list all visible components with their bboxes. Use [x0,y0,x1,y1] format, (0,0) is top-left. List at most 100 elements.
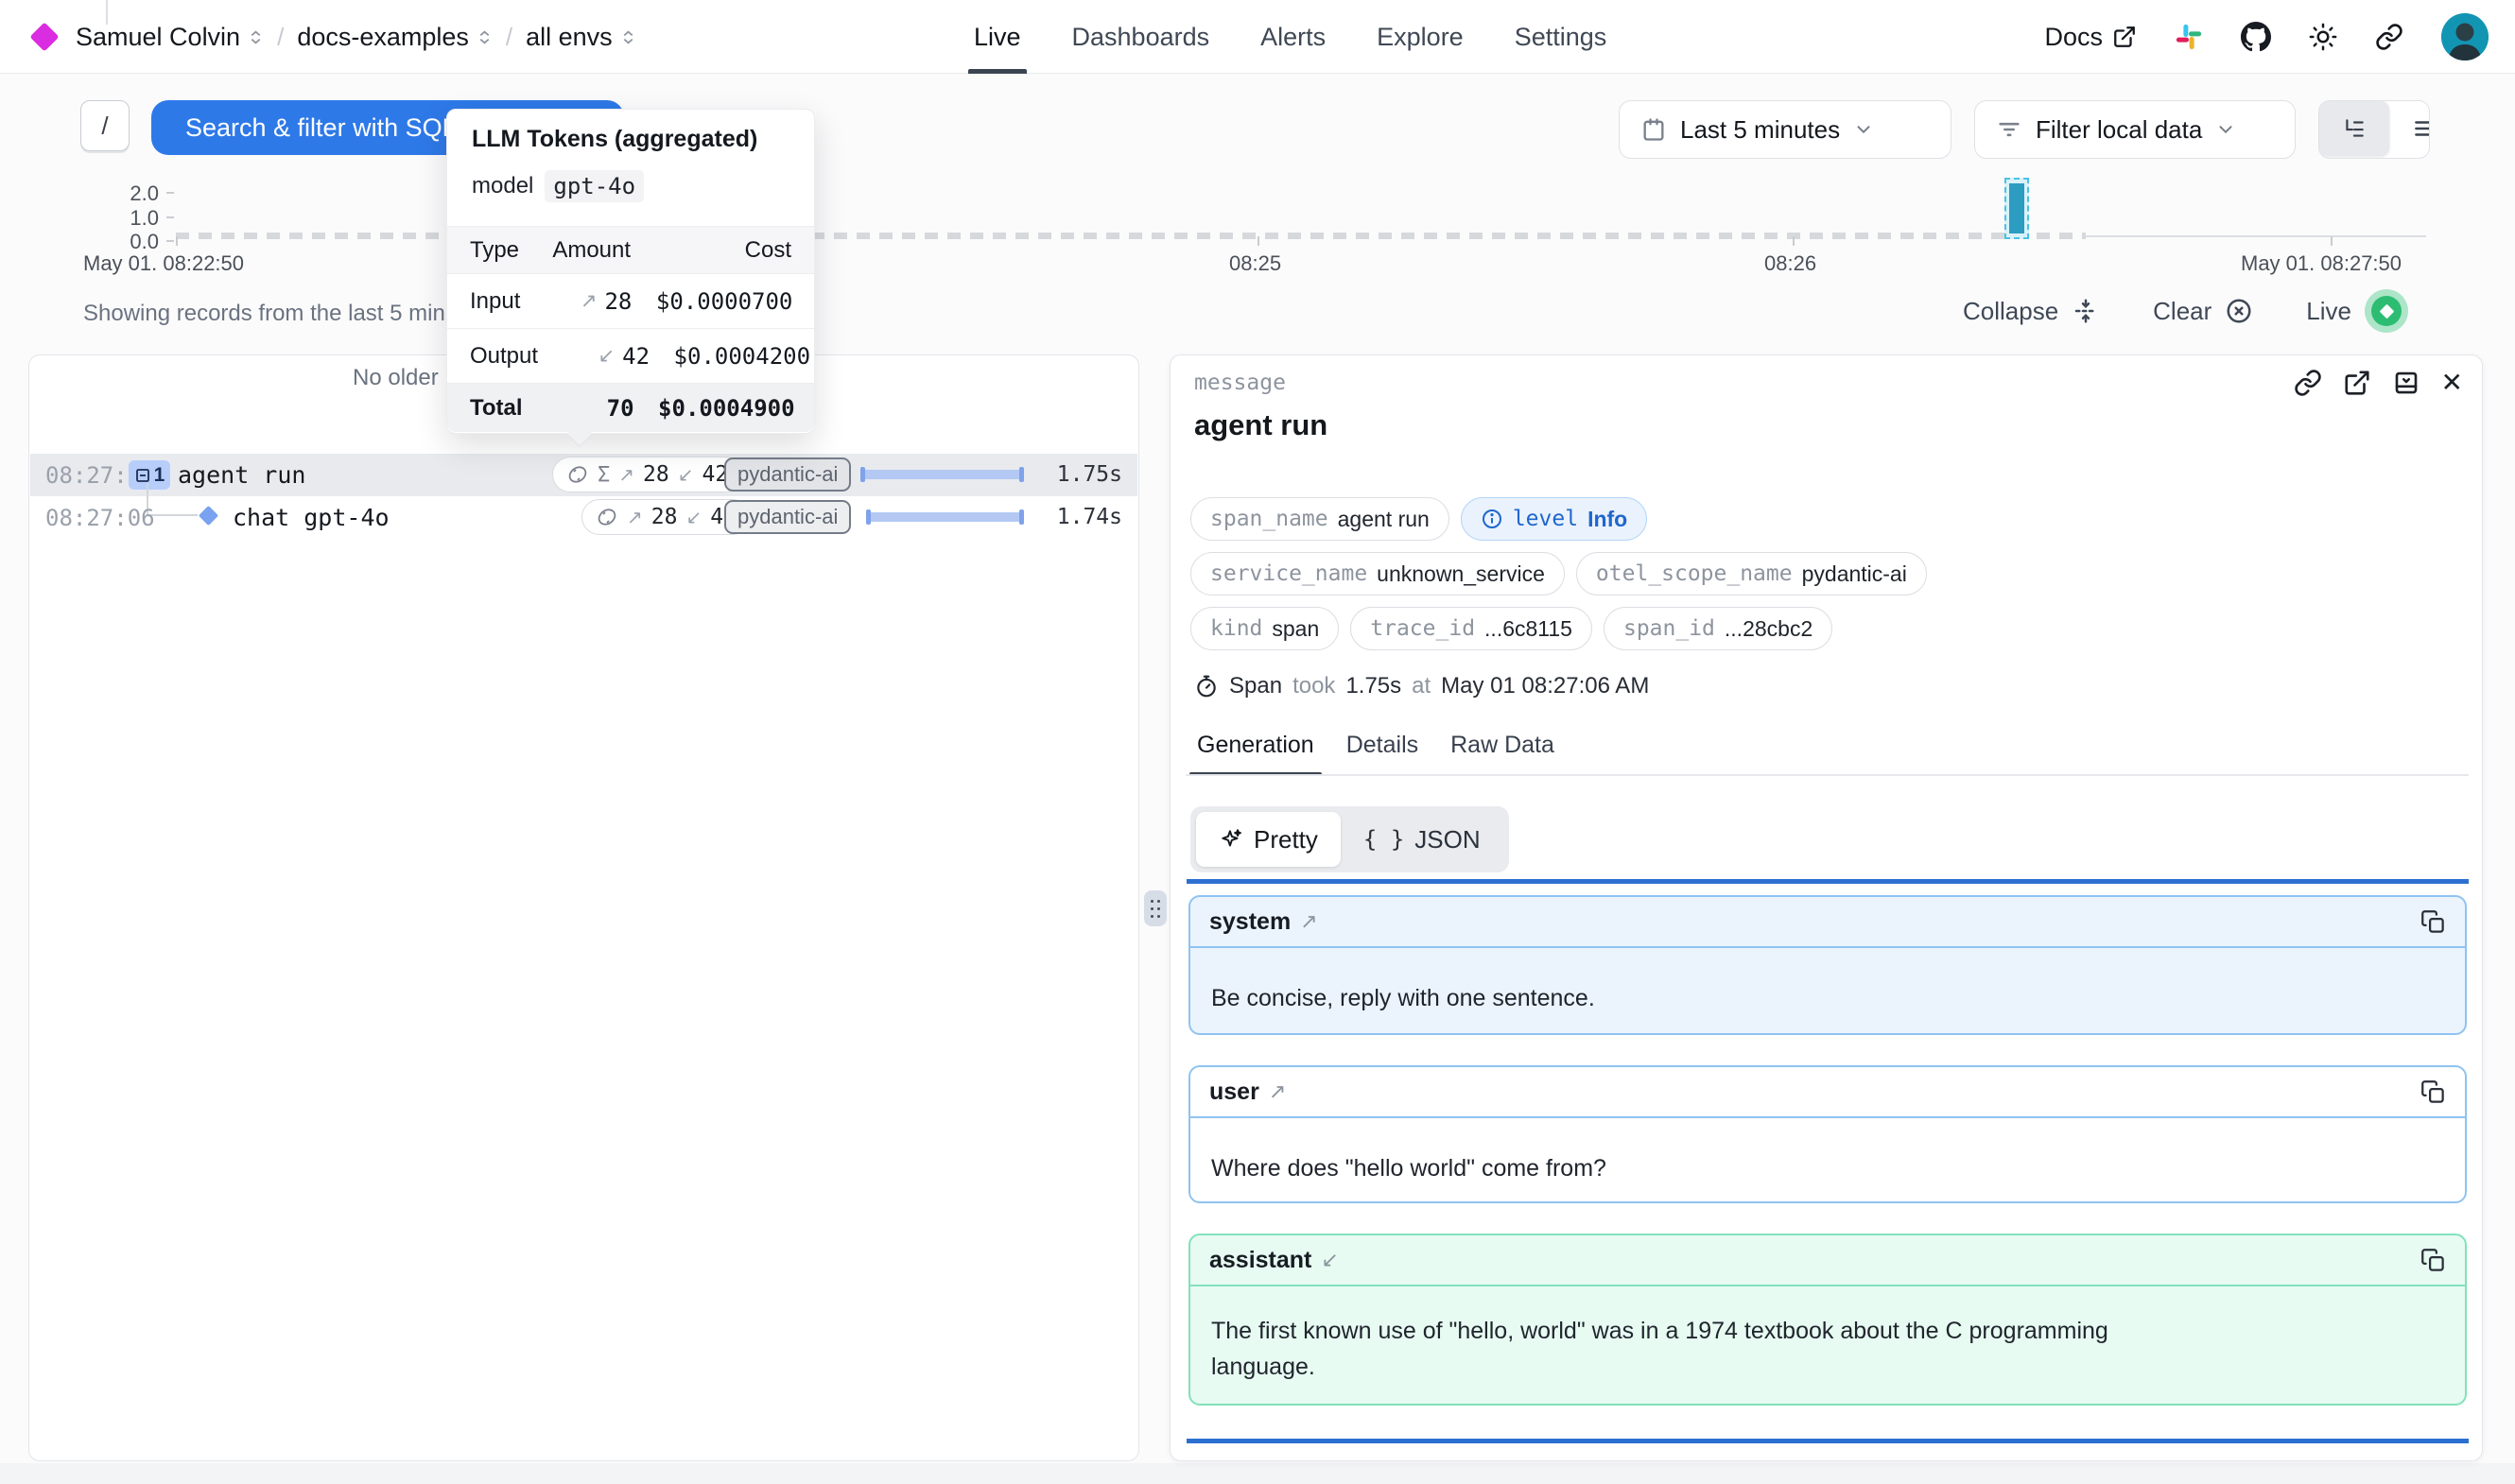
clear-button[interactable]: Clear [2153,297,2253,326]
row-amount: 42 [622,343,650,370]
tokens-table-header: Type Amount Cost [447,226,814,273]
token-usage-pill[interactable]: Σ ↗ 28 ↙ 42 [552,457,742,492]
time-range-value: Last 5 minutes [1680,115,1840,145]
github-icon[interactable] [2241,22,2271,52]
tab-generation[interactable]: Generation [1197,732,1314,776]
output-tokens-icon: ↙ [685,506,702,529]
tokens-row-output: Output ↙42 $0.0004200 [447,328,814,383]
collapse-children-badge[interactable]: 1 [129,460,170,490]
logfire-logo-icon [29,22,59,51]
pretty-mode-button[interactable]: Pretty [1196,812,1341,867]
copy-link-icon[interactable] [2294,369,2322,397]
chevron-updown-icon [248,29,264,45]
collapse-all-button[interactable]: Collapse [1963,297,2100,326]
dock-panel-icon[interactable] [2392,369,2420,397]
attr-kind[interactable]: kind span [1190,607,1339,650]
tab-alerts[interactable]: Alerts [1260,0,1326,74]
json-mode-button[interactable]: { } JSON [1341,812,1503,867]
tree-view-button[interactable] [2319,101,2389,156]
breadcrumb-separator: / [277,23,284,52]
panel-resize-handle[interactable] [1144,890,1167,926]
attr-trace-id[interactable]: trace_id ...6c8115 [1350,607,1592,650]
tree-view-icon [2342,116,2367,141]
tooltip-title: LLM Tokens (aggregated) [472,126,757,153]
output-tokens-icon: ↙ [678,463,694,487]
attribute-row: span_name agent run level Info [1190,497,1647,541]
attribute-row: kind span trace_id ...6c8115 span_id ...… [1190,607,1832,650]
attr-level[interactable]: level Info [1461,497,1647,541]
timeline-spike-bar[interactable] [2009,183,2024,233]
tab-live[interactable]: Live [974,0,1021,74]
model-value: gpt-4o [545,170,644,202]
stopwatch-icon [1194,674,1219,699]
row-cost: $0.0000700 [632,288,792,315]
filter-local-data-dropdown[interactable]: Filter local data [1974,100,2296,159]
token-coin-icon [566,463,589,486]
attr-span-name[interactable]: span_name agent run [1190,497,1449,541]
y-tick-mark [166,192,174,194]
copy-icon[interactable] [2420,909,2446,935]
scope-tag[interactable]: pydantic-ai [724,500,851,534]
tab-raw-data[interactable]: Raw Data [1450,732,1554,776]
pretty-label: Pretty [1254,825,1318,854]
filter-lines-icon [1996,116,2022,143]
span-name: agent run [178,461,305,489]
grip-dots-icon [1151,900,1153,903]
attr-otel-scope-name[interactable]: otel_scope_name pydantic-ai [1576,552,1927,595]
input-direction-icon: ↗ [1300,909,1317,934]
tooltip-model-row: model gpt-4o [472,170,644,202]
open-in-new-icon[interactable] [2343,369,2371,397]
tab-settings[interactable]: Settings [1515,0,1607,74]
share-link-icon[interactable] [2375,23,2403,51]
input-tokens: 28 [651,505,678,529]
breadcrumb-project[interactable]: docs-examples [297,23,493,52]
attr-service-name[interactable]: service_name unknown_service [1190,552,1565,595]
breadcrumb-org[interactable]: Samuel Colvin [76,23,264,52]
main-nav: Live Dashboards Alerts Explore Settings [974,0,1606,74]
attr-span-id[interactable]: span_id ...28cbc2 [1604,607,1832,650]
copy-icon[interactable] [2420,1248,2446,1273]
top-bar: Samuel Colvin / docs-examples / all envs… [0,0,2515,74]
tab-explore[interactable]: Explore [1377,0,1464,74]
json-label: JSON [1414,825,1480,854]
attr-key: otel_scope_name [1596,561,1793,586]
tab-details[interactable]: Details [1346,732,1418,776]
took-word: took [1292,673,1335,699]
page-bottom-strip [0,1463,2515,1484]
collapse-label: Collapse [1963,297,2058,326]
attr-value: pydantic-ai [1802,561,1907,587]
breadcrumb-env[interactable]: all envs [526,23,636,52]
live-toggle[interactable]: Live [2306,289,2408,333]
slack-icon[interactable] [2175,23,2203,51]
time-range-dropdown[interactable]: Last 5 minutes [1619,100,1951,159]
user-avatar[interactable] [2441,13,2489,60]
docs-link[interactable]: Docs [2044,23,2137,52]
tab-dashboards[interactable]: Dashboards [1072,0,1210,74]
theme-toggle-icon[interactable] [2309,23,2337,51]
span-duration-line: Span took 1.75s at May 01 08:27:06 AM [1194,673,1649,699]
trace-row-agent-run[interactable]: 08:27:06 1 agent run Σ ↗ 28 ↙ 42 pydanti… [30,454,1137,496]
child-count: 1 [154,464,165,487]
external-link-icon [2112,25,2137,49]
attr-value: Info [1587,507,1627,532]
trace-list-panel: No older records 08:27:06 1 agent run Σ … [28,354,1139,1461]
x-tick-mark [1258,236,1259,246]
org-name: Samuel Colvin [76,23,240,52]
took-word: at [1412,673,1431,699]
filter-local-value: Filter local data [2036,115,2202,145]
attr-key: span_name [1210,507,1328,531]
breadcrumb-separator: / [506,23,512,52]
attr-key: trace_id [1370,616,1475,641]
list-view-button[interactable] [2389,101,2430,156]
copy-icon[interactable] [2420,1079,2446,1105]
calendar-icon [1640,116,1667,143]
message-header: user ↗ [1190,1067,2465,1118]
trace-row-chat-gpt-4o[interactable]: 08:27:06 chat gpt-4o ↗ 28 ↙ 42 pydantic-… [30,496,1137,539]
message-text: Where does "hello world" come from? [1190,1118,2465,1203]
scope-tag[interactable]: pydantic-ai [724,457,851,492]
info-circle-icon [1481,508,1503,530]
close-panel-icon[interactable]: ✕ [2441,369,2463,397]
message-text: The first known use of "hello, world" wa… [1190,1286,2230,1406]
role-label: user [1209,1078,1259,1106]
x-tick-mark [1793,236,1795,246]
